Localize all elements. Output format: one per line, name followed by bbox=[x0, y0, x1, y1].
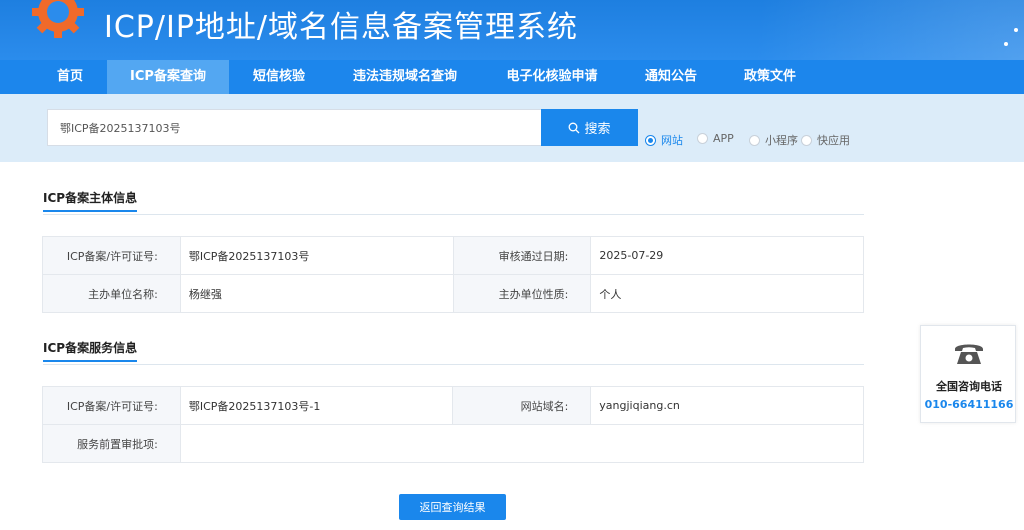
main-nav: 首页 ICP备案查询 短信核验 违法违规域名查询 电子化核验申请 通知公告 政策… bbox=[0, 60, 1024, 94]
service-license-label: ICP备案/许可证号: bbox=[42, 386, 181, 425]
radio-label: 网站 bbox=[661, 134, 683, 147]
radio-mini-program[interactable]: 小程序 bbox=[749, 132, 798, 148]
radio-app[interactable]: APP bbox=[697, 132, 734, 145]
table-row: ICP备案/许可证号: 鄂ICP备2025137103号 审核通过日期: 202… bbox=[42, 236, 864, 275]
radio-circle bbox=[697, 133, 708, 144]
service-info-title: ICP备案服务信息 bbox=[43, 339, 138, 362]
domain-value: yangjiqiang.cn bbox=[590, 386, 864, 425]
table-row: 服务前置审批项: bbox=[42, 424, 865, 463]
search-button[interactable]: 搜索 bbox=[541, 109, 638, 146]
radio-quick-app[interactable]: 快应用 bbox=[801, 132, 850, 148]
site-title: ICP/IP地址/域名信息备案管理系统 bbox=[104, 10, 579, 45]
radio-label: APP bbox=[713, 132, 734, 145]
radio-circle bbox=[749, 134, 760, 146]
search-input[interactable] bbox=[47, 109, 542, 146]
nav-item-home[interactable]: 首页 bbox=[46, 60, 94, 94]
section-divider bbox=[43, 364, 864, 365]
site-header: ICP/IP地址/域名信息备案管理系统 bbox=[0, 0, 1024, 60]
radio-circle bbox=[801, 134, 812, 146]
service-license-value: 鄂ICP备2025137103号-1 bbox=[179, 386, 454, 425]
nav-item-policy-docs[interactable]: 政策文件 bbox=[731, 60, 809, 94]
organizer-name-value: 杨继强 bbox=[179, 274, 454, 313]
nav-item-notices[interactable]: 通知公告 bbox=[632, 60, 710, 94]
table-row: ICP备案/许可证号: 鄂ICP备2025137103号-1 网站域名: yan… bbox=[42, 386, 864, 425]
nav-item-electronic-verify[interactable]: 电子化核验申请 bbox=[495, 60, 609, 94]
approval-date-label: 审核通过日期: bbox=[452, 236, 592, 275]
gear-logo-icon bbox=[32, 0, 84, 38]
approval-date-value: 2025-07-29 bbox=[590, 236, 864, 275]
license-value: 鄂ICP备2025137103号 bbox=[179, 236, 454, 275]
table-row: 主办单位名称: 杨继强 主办单位性质: 个人 bbox=[42, 274, 864, 313]
back-to-results-button[interactable]: 返回查询结果 bbox=[399, 494, 506, 520]
organizer-type-value: 个人 bbox=[590, 274, 864, 313]
organizer-type-label: 主办单位性质: bbox=[452, 274, 592, 313]
radio-website[interactable]: 网站 bbox=[645, 132, 683, 148]
domain-label: 网站域名: bbox=[452, 386, 592, 425]
section-divider bbox=[43, 214, 864, 215]
nav-item-icp-query[interactable]: ICP备案查询 bbox=[107, 60, 229, 94]
contact-number: 010-66411166 bbox=[924, 398, 1014, 411]
header-decoration bbox=[644, 0, 1024, 60]
license-label: ICP备案/许可证号: bbox=[42, 236, 181, 275]
header-dot bbox=[1014, 28, 1018, 32]
radio-circle bbox=[645, 134, 656, 146]
search-band: 搜索 网站 APP 小程序 快应用 bbox=[0, 94, 1024, 162]
subject-info-title: ICP备案主体信息 bbox=[43, 189, 138, 212]
radio-label: 小程序 bbox=[765, 134, 798, 147]
pre-approval-label: 服务前置审批项: bbox=[42, 424, 181, 463]
nav-item-illegal-domain-query[interactable]: 违法违规域名查询 bbox=[340, 60, 470, 94]
radio-label: 快应用 bbox=[817, 134, 850, 147]
contact-box: 全国咨询电话 010-66411166 bbox=[920, 325, 1016, 423]
header-dot bbox=[1004, 42, 1008, 46]
search-button-label: 搜索 bbox=[584, 121, 611, 136]
contact-title: 全国咨询电话 bbox=[936, 380, 1002, 393]
subject-info-table: ICP备案/许可证号: 鄂ICP备2025137103号 审核通过日期: 202… bbox=[42, 236, 864, 313]
organizer-name-label: 主办单位名称: bbox=[42, 274, 181, 313]
nav-item-sms-verify[interactable]: 短信核验 bbox=[240, 60, 318, 94]
telephone-icon bbox=[955, 344, 983, 364]
service-info-table: ICP备案/许可证号: 鄂ICP备2025137103号-1 网站域名: yan… bbox=[42, 386, 865, 463]
search-icon bbox=[569, 122, 580, 133]
pre-approval-value bbox=[179, 424, 865, 463]
